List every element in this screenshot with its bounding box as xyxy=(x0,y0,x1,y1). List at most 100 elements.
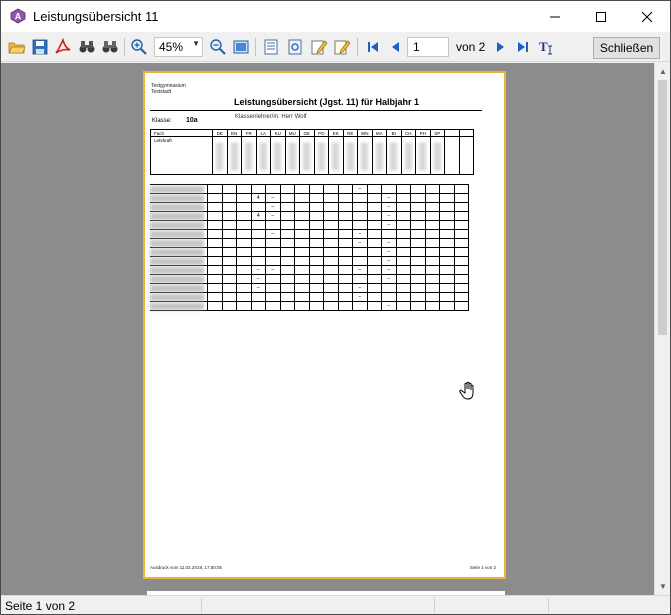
grade-cell xyxy=(308,275,324,284)
grade-cell xyxy=(439,284,454,293)
text-tool-button[interactable]: T xyxy=(536,37,556,57)
grade-cell xyxy=(337,230,353,239)
grade-cell xyxy=(250,248,266,257)
grade-cell xyxy=(337,302,353,311)
zoom-select[interactable]: 45% ▼ xyxy=(154,37,203,57)
zoom-in-button[interactable] xyxy=(129,37,149,57)
grade-cell xyxy=(207,275,222,284)
grade-cell xyxy=(221,284,237,293)
status-bar: Seite 1 von 2 xyxy=(1,595,670,614)
maximize-button[interactable] xyxy=(578,1,624,32)
window-close-button[interactable] xyxy=(624,1,670,32)
last-page-button[interactable] xyxy=(513,37,533,57)
grade-cell xyxy=(294,194,309,203)
grade-cell: – xyxy=(250,284,266,293)
find-next-button[interactable] xyxy=(100,37,120,57)
grade-cell xyxy=(366,266,382,275)
fit-page-button[interactable] xyxy=(231,37,251,57)
grade-cell xyxy=(236,284,251,293)
grade-cell xyxy=(453,185,469,194)
grade-cell xyxy=(207,212,222,221)
window-title: Leistungsübersicht 11 xyxy=(33,9,159,24)
scroll-down-icon[interactable]: ▼ xyxy=(659,582,667,591)
grade-cell: 4 xyxy=(250,194,266,203)
grade-cell xyxy=(308,266,324,275)
grade-cell xyxy=(424,194,440,203)
grade-cell xyxy=(250,239,266,248)
page-setup-button[interactable] xyxy=(261,37,281,57)
vertical-scrollbar[interactable]: ▲ ▼ xyxy=(654,63,670,595)
open-button[interactable] xyxy=(7,37,27,57)
grade-cell xyxy=(323,230,338,239)
grade-cell: – xyxy=(352,185,367,194)
previous-page-button[interactable] xyxy=(386,37,406,57)
redacted-teacher xyxy=(274,143,281,171)
redacted-student-name xyxy=(150,276,204,283)
grade-cell: – xyxy=(381,248,396,257)
table-row: – xyxy=(150,293,469,302)
grade-cell xyxy=(424,203,440,212)
grade-cell xyxy=(366,185,382,194)
redacted-teacher xyxy=(303,143,310,171)
grade-cell xyxy=(236,194,251,203)
grade-cell xyxy=(410,194,425,203)
redacted-teacher xyxy=(375,143,383,171)
grade-cell xyxy=(294,221,309,230)
edit-page-button[interactable] xyxy=(332,37,352,57)
grade-cell xyxy=(294,212,309,221)
preview-area[interactable]: Testgymnasium Teststadt Leistungsübersic… xyxy=(1,63,654,595)
status-page-text: Seite 1 von 2 xyxy=(5,599,76,613)
grade-cell xyxy=(352,221,367,230)
first-page-button[interactable] xyxy=(363,37,383,57)
grade-cell: – xyxy=(265,266,280,275)
grade-cell xyxy=(207,257,222,266)
grade-cell xyxy=(250,203,266,212)
scroll-thumb[interactable] xyxy=(658,80,667,335)
grade-cell xyxy=(410,212,425,221)
zoom-in-icon xyxy=(131,39,147,55)
chevron-down-icon: ▼ xyxy=(192,39,200,48)
grade-cell: – xyxy=(352,239,367,248)
find-button[interactable] xyxy=(77,37,97,57)
grade-cell xyxy=(236,212,251,221)
grade-cell: – xyxy=(381,275,396,284)
grade-cell xyxy=(424,185,440,194)
table-row: – xyxy=(150,185,469,194)
hand-cursor-icon xyxy=(459,381,474,400)
grade-cell xyxy=(221,185,237,194)
grade-cell xyxy=(265,185,280,194)
edit-button[interactable] xyxy=(309,37,329,57)
table-row: 4– – xyxy=(150,212,469,221)
save-button[interactable] xyxy=(30,37,50,57)
redacted-teacher xyxy=(317,143,325,171)
properties-button[interactable] xyxy=(285,37,305,57)
scroll-up-icon[interactable]: ▲ xyxy=(659,67,667,76)
grade-cell xyxy=(439,302,454,311)
grade-cell xyxy=(323,239,338,248)
redacted-student-name xyxy=(150,231,204,238)
next-page-button[interactable] xyxy=(490,37,510,57)
grade-cell xyxy=(352,194,367,203)
close-preview-button[interactable]: Schließen xyxy=(593,37,660,59)
grade-cell xyxy=(294,284,309,293)
grade-cell xyxy=(279,212,295,221)
grade-cell xyxy=(308,257,324,266)
table-row: – xyxy=(150,302,469,311)
grade-cell xyxy=(221,266,237,275)
minimize-button[interactable] xyxy=(532,1,578,32)
grade-cell xyxy=(395,302,411,311)
grade-cell xyxy=(395,275,411,284)
grade-cell: – xyxy=(381,266,396,275)
export-pdf-button[interactable] xyxy=(53,37,73,57)
grade-cell: – xyxy=(381,203,396,212)
grade-cell xyxy=(323,194,338,203)
lehrkraft-label: Lehrkraft xyxy=(154,138,172,143)
page-number-input[interactable]: 1 xyxy=(407,37,449,57)
zoom-out-button[interactable] xyxy=(208,37,228,57)
grade-cell xyxy=(221,221,237,230)
grade-cell xyxy=(468,293,469,302)
grade-cell xyxy=(453,257,469,266)
grade-cell xyxy=(410,203,425,212)
grade-cell xyxy=(279,221,295,230)
print-date: Ausdruck vom 11.02.2019, 17:50:05 xyxy=(150,565,222,570)
